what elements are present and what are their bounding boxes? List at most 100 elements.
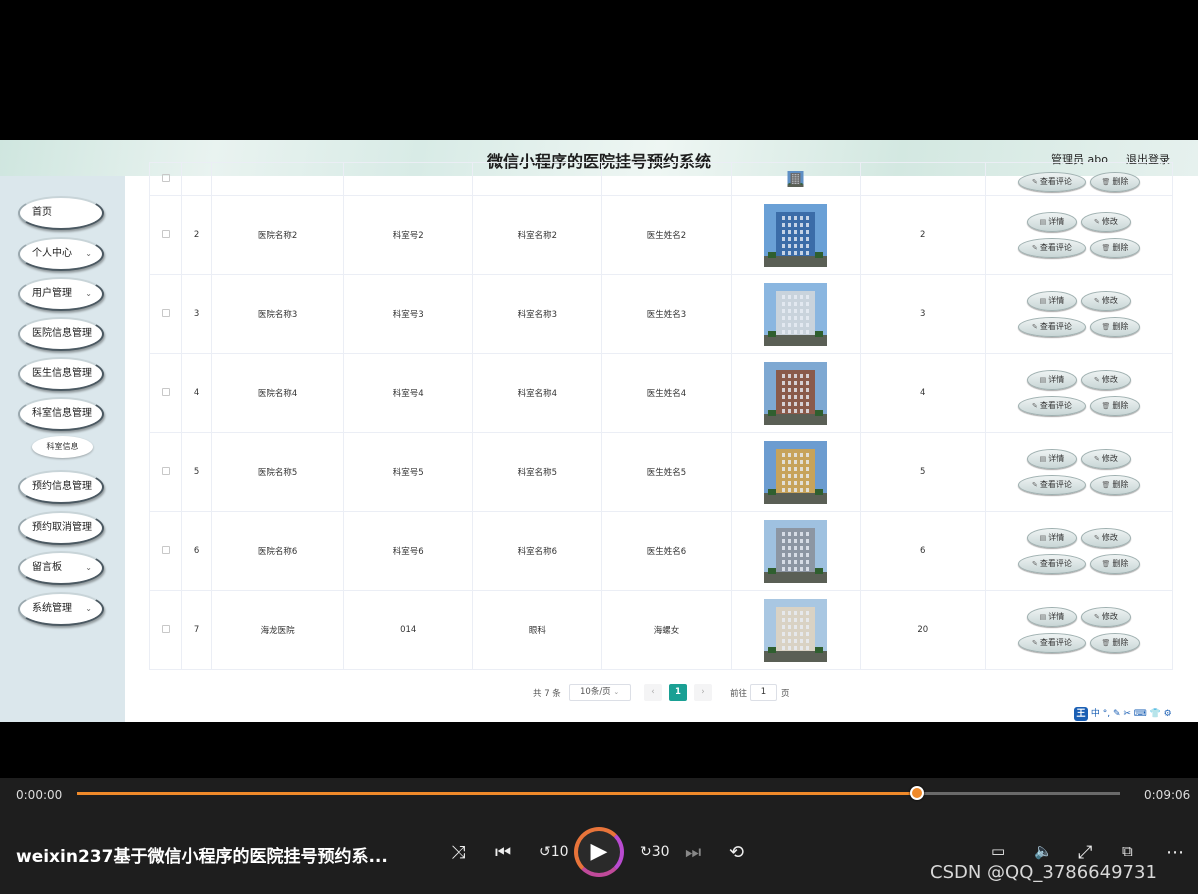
page-size-value: 10条/页 bbox=[580, 687, 611, 697]
current-time: 0:00:00 bbox=[16, 788, 63, 802]
view-comments-button[interactable]: ✎ 查看评论 bbox=[1017, 172, 1086, 192]
menu-item-label: 医院信息管理 bbox=[32, 328, 92, 339]
detail-button[interactable]: ▤ 详情 bbox=[1026, 370, 1077, 390]
menu-item[interactable]: 医院信息管理 bbox=[18, 317, 104, 351]
image-cell bbox=[730, 590, 861, 670]
menu-item[interactable]: 系统管理 ⌄ bbox=[18, 592, 104, 626]
delete-button[interactable]: 🗑 删除 bbox=[1089, 317, 1140, 337]
detail-button[interactable]: ▤ 详情 bbox=[1026, 607, 1077, 627]
hospital-image bbox=[764, 440, 828, 504]
dept-name: 科室名称4 bbox=[472, 353, 603, 433]
view-comments-button[interactable]: ✎ 查看评论 bbox=[1017, 633, 1086, 653]
view-comments-button[interactable]: ✎ 查看评论 bbox=[1017, 317, 1086, 337]
menu-item[interactable]: 首页 bbox=[18, 196, 104, 230]
forward-30-icon[interactable]: ↻30 bbox=[640, 844, 670, 860]
edit-icon: ✎ bbox=[1093, 297, 1100, 305]
prev-page-button[interactable]: ‹ bbox=[644, 684, 662, 701]
total-time: 0:09:06 bbox=[1144, 788, 1191, 802]
delete-button[interactable]: 🗑 删除 bbox=[1089, 554, 1140, 574]
menu-item-label: 首页 bbox=[32, 207, 52, 218]
menu-item[interactable]: 用户管理 ⌄ bbox=[18, 277, 104, 311]
delete-button[interactable]: 🗑 删除 bbox=[1089, 475, 1140, 495]
doctor-name: 医生姓名6 bbox=[601, 511, 732, 591]
menu-item-label: 医生信息管理 bbox=[32, 368, 92, 379]
hospital-name: 医院名称4 bbox=[211, 353, 345, 433]
page-1-button[interactable]: 1 bbox=[669, 684, 687, 701]
more-icon[interactable]: ⋯ bbox=[1166, 842, 1184, 863]
play-button[interactable]: ▶ bbox=[574, 827, 624, 877]
menu-item-label: 科室信息管理 bbox=[32, 408, 92, 419]
pencil-icon: ✎ bbox=[1031, 560, 1038, 568]
dept-no: 科室号3 bbox=[343, 274, 474, 354]
doctor-name: 医生姓名5 bbox=[601, 432, 732, 512]
detail-icon: ▤ bbox=[1039, 376, 1047, 384]
delete-label: 删除 bbox=[1112, 480, 1129, 489]
previous-icon[interactable]: ⏮ bbox=[495, 842, 511, 863]
rewind-10-icon[interactable]: ↺10 bbox=[539, 844, 569, 860]
menu-item[interactable]: 医生信息管理 bbox=[18, 357, 104, 391]
image-cell bbox=[730, 195, 861, 275]
delete-button[interactable]: 🗑 删除 bbox=[1089, 172, 1140, 192]
detail-icon: ▤ bbox=[1039, 218, 1047, 226]
menu-item[interactable]: 留言板 ⌄ bbox=[18, 551, 104, 585]
delete-button[interactable]: 🗑 删除 bbox=[1089, 396, 1140, 416]
goto-page-input[interactable]: 1 bbox=[750, 684, 777, 701]
menu-item[interactable]: 预约取消管理 bbox=[18, 511, 104, 545]
count: 2 bbox=[859, 195, 986, 275]
menu-item-label: 系统管理 bbox=[32, 603, 72, 614]
row-checkbox[interactable] bbox=[161, 624, 170, 633]
view-comments-button[interactable]: ✎ 查看评论 bbox=[1017, 238, 1086, 258]
miniplayer-icon[interactable]: ⧉ bbox=[1122, 842, 1133, 860]
detail-label: 详情 bbox=[1048, 375, 1065, 384]
page-label: 页 bbox=[781, 689, 790, 699]
detail-button[interactable]: ▤ 详情 bbox=[1026, 449, 1077, 469]
image-cell bbox=[730, 353, 861, 433]
next-icon[interactable]: ⏭ bbox=[685, 842, 701, 863]
row-checkbox[interactable] bbox=[161, 545, 170, 554]
menu-item[interactable]: 预约信息管理 bbox=[18, 470, 104, 504]
next-page-button[interactable]: › bbox=[694, 684, 712, 701]
dept-name: 科室名称3 bbox=[472, 274, 603, 354]
edit-button[interactable]: ✎ 修改 bbox=[1080, 212, 1131, 232]
edit-button[interactable]: ✎ 修改 bbox=[1080, 528, 1131, 548]
fullscreen-icon[interactable]: ⤢ bbox=[1078, 842, 1092, 863]
subtitles-icon[interactable]: ▭ bbox=[991, 842, 1005, 860]
ime-toolbar[interactable]: 王 中 °, ✎ ✂ ⌨ 👕 ⚙ bbox=[1074, 706, 1198, 722]
row-checkbox[interactable] bbox=[161, 229, 170, 238]
row-checkbox-cell bbox=[148, 511, 183, 591]
delete-button[interactable]: 🗑 删除 bbox=[1089, 633, 1140, 653]
detail-button[interactable]: ▤ 详情 bbox=[1026, 291, 1077, 311]
detail-button[interactable]: ▤ 详情 bbox=[1026, 212, 1077, 232]
progress-bar[interactable] bbox=[77, 792, 1120, 795]
row-checkbox[interactable] bbox=[161, 387, 170, 396]
page-size-select[interactable]: 10条/页 ⌄ bbox=[569, 684, 631, 701]
detail-label: 详情 bbox=[1048, 296, 1065, 305]
submenu-dept-info[interactable]: 科室信息 bbox=[32, 436, 93, 458]
repeat-icon[interactable]: ⟲ bbox=[729, 842, 744, 863]
edit-button[interactable]: ✎ 修改 bbox=[1080, 607, 1131, 627]
menu-item[interactable]: 个人中心 ⌄ bbox=[18, 237, 104, 271]
delete-button[interactable]: 🗑 删除 bbox=[1089, 238, 1140, 258]
count bbox=[859, 162, 986, 196]
edit-button[interactable]: ✎ 修改 bbox=[1080, 291, 1131, 311]
edit-button[interactable]: ✎ 修改 bbox=[1080, 370, 1131, 390]
edit-button[interactable]: ✎ 修改 bbox=[1080, 449, 1131, 469]
volume-icon[interactable]: 🔈 bbox=[1034, 842, 1053, 860]
shuffle-icon[interactable]: ⤨ bbox=[451, 842, 465, 863]
view-comments-button[interactable]: ✎ 查看评论 bbox=[1017, 396, 1086, 416]
menu-item[interactable]: 科室信息管理 bbox=[18, 397, 104, 431]
image-cell bbox=[730, 511, 861, 591]
view-comments-button[interactable]: ✎ 查看评论 bbox=[1017, 475, 1086, 495]
row-checkbox[interactable] bbox=[161, 466, 170, 475]
row-checkbox[interactable] bbox=[161, 308, 170, 317]
hospital-image bbox=[787, 171, 804, 187]
count: 4 bbox=[859, 353, 986, 433]
dept-no bbox=[343, 162, 474, 196]
dept-no: 科室号6 bbox=[343, 511, 474, 591]
trash-icon: 🗑 bbox=[1101, 639, 1111, 647]
row-checkbox[interactable] bbox=[161, 173, 170, 182]
detail-button[interactable]: ▤ 详情 bbox=[1026, 528, 1077, 548]
view-comments-button[interactable]: ✎ 查看评论 bbox=[1017, 554, 1086, 574]
edit-icon: ✎ bbox=[1093, 613, 1100, 621]
progress-knob[interactable] bbox=[909, 786, 924, 800]
